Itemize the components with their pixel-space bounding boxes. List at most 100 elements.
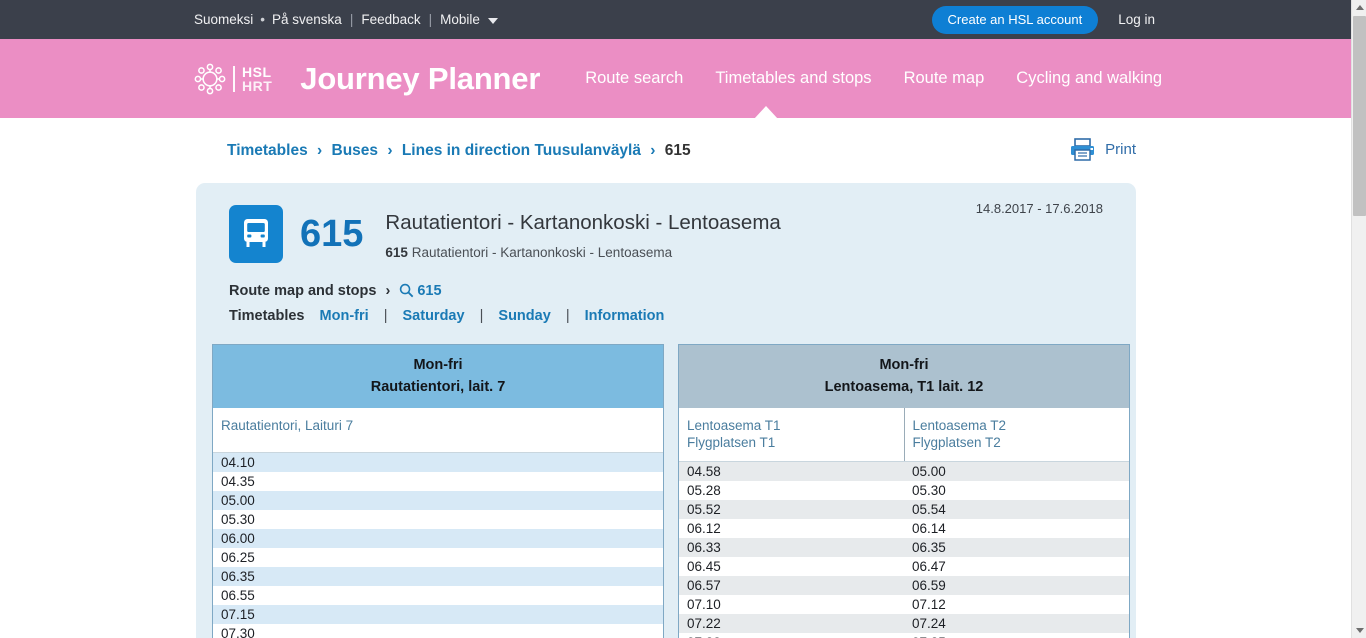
- time-cell: 05.30: [912, 483, 946, 498]
- scroll-down-button[interactable]: [1352, 623, 1366, 638]
- table-row: 06.55: [213, 586, 663, 605]
- route-subtitle: 615 Rautatientori - Kartanonkoski - Lent…: [385, 245, 780, 260]
- page-scrollbar[interactable]: [1351, 0, 1366, 638]
- time-cell: 06.55: [221, 588, 255, 603]
- nav-item-cycling-and-walking[interactable]: Cycling and walking: [1016, 69, 1162, 88]
- table-row: 07.30: [213, 624, 663, 638]
- feedback-link[interactable]: Feedback: [361, 12, 420, 27]
- validity-period: 14.8.2017 - 17.6.2018: [975, 201, 1103, 216]
- time-cell: 07.33: [679, 633, 904, 638]
- nav-item-timetables-and-stops[interactable]: Timetables and stops: [715, 69, 871, 88]
- time-cell: 05.28: [687, 483, 721, 498]
- hsl-logo[interactable]: HSL HRT: [192, 61, 272, 97]
- table-row: 05.52 05.54: [679, 500, 1129, 519]
- nav-item-route-map[interactable]: Route map: [904, 69, 985, 88]
- timetable-header-day-left: Mon-fri: [413, 357, 463, 373]
- table-row: 06.33 06.35: [679, 538, 1129, 557]
- time-cell: 06.14: [912, 521, 946, 536]
- hsl-wordmark-line1: HSL: [242, 63, 272, 80]
- timetable-link-mon-fri[interactable]: Mon-fri: [320, 308, 369, 324]
- route-subtitle-number: 615: [385, 245, 408, 260]
- stop-name-line2: Flygplatsen T1: [687, 435, 776, 450]
- timetable-body-right: Lentoasema T1 Flygplatsen T1 Lentoasema …: [679, 408, 1129, 638]
- breadcrumb-item-lines-direction[interactable]: Lines in direction Tuusulanväylä: [402, 142, 641, 159]
- search-icon: [400, 283, 414, 298]
- time-cell: 06.35: [221, 569, 255, 584]
- brand-block[interactable]: HSL HRT Journey Planner: [192, 61, 540, 97]
- print-label: Print: [1105, 141, 1136, 158]
- app-title: Journey Planner: [300, 60, 541, 96]
- route-links-block: Route map and stops › 615 Timetables Mon…: [229, 281, 1136, 326]
- route-map-label: Route map and stops: [229, 283, 377, 299]
- time-cell: 06.35: [912, 540, 946, 555]
- create-account-button[interactable]: Create an HSL account: [931, 5, 1099, 34]
- mobile-menu-link[interactable]: Mobile: [440, 12, 480, 27]
- chevron-down-icon[interactable]: [487, 17, 498, 24]
- hsl-wordmark-line2: HRT: [242, 77, 273, 94]
- utility-bar: Suomeksi • På svenska | Feedback | Mobil…: [0, 0, 1351, 39]
- breadcrumb-item-buses[interactable]: Buses: [332, 142, 379, 159]
- time-cell: 06.57: [687, 578, 721, 593]
- timetable-link-saturday[interactable]: Saturday: [403, 308, 465, 324]
- time-cell: 07.35: [904, 633, 1129, 638]
- time-cell: 07.22: [687, 616, 721, 631]
- day-pipe-3: |: [565, 308, 570, 324]
- time-cell: 07.24: [912, 616, 946, 631]
- route-number: 615: [300, 213, 364, 255]
- time-cell: 06.33: [687, 540, 721, 555]
- language-link-swedish[interactable]: På svenska: [272, 12, 342, 27]
- login-link[interactable]: Log in: [1118, 12, 1155, 27]
- timetable-body-left: Rautatientori, Laituri 7 04.10 04.35 05.…: [213, 408, 663, 638]
- time-cell: 07.30: [221, 626, 255, 638]
- stop-column-header-t1[interactable]: Lentoasema T1 Flygplatsen T1: [679, 408, 904, 461]
- utility-links: Suomeksi • På svenska | Feedback | Mobil…: [194, 12, 498, 27]
- route-title: Rautatientori - Kartanonkoski - Lentoase…: [385, 211, 781, 234]
- bullet-separator: •: [260, 12, 266, 27]
- table-row: 06.35: [213, 567, 663, 586]
- stop-name-line2: Flygplatsen T2: [912, 435, 1001, 450]
- table-row: 05.00: [213, 491, 663, 510]
- timetable-link-sunday[interactable]: Sunday: [498, 308, 550, 324]
- scroll-up-button[interactable]: [1352, 0, 1366, 15]
- stop-header-row-left: Rautatientori, Laituri 7: [213, 408, 663, 453]
- breadcrumb-separator-3: ›: [650, 141, 656, 159]
- stop-name-line1: Rautatientori, Laituri 7: [221, 418, 354, 433]
- timetable-header-stop-right: Lentoasema, T1 lait. 12: [824, 379, 984, 395]
- time-cell: 07.10: [687, 597, 721, 612]
- day-pipe-2: |: [479, 308, 484, 324]
- time-cell: 07.15: [221, 607, 255, 622]
- scrollbar-thumb[interactable]: [1353, 16, 1366, 216]
- stop-column-header-t2[interactable]: Lentoasema T2 Flygplatsen T2: [903, 408, 1130, 461]
- language-link-finnish[interactable]: Suomeksi: [194, 12, 253, 27]
- stop-column-header[interactable]: Rautatientori, Laituri 7: [213, 408, 663, 452]
- time-cell: 05.52: [687, 502, 721, 517]
- stop-name-line1: Lentoasema T2: [912, 418, 1007, 433]
- pipe-separator-2: |: [428, 12, 433, 27]
- route-map-separator: ›: [385, 283, 391, 299]
- timetable-link-information[interactable]: Information: [585, 308, 665, 324]
- timetable-departures: Mon-fri Rautatientori, lait. 7 Rautatien…: [212, 344, 664, 638]
- table-row: 07.33 07.35: [679, 633, 1129, 638]
- breadcrumb-item-current: 615: [664, 141, 691, 159]
- route-subtitle-text: Rautatientori - Kartanonkoski - Lentoase…: [411, 245, 673, 260]
- table-row: 06.00: [213, 529, 663, 548]
- printer-icon: [1071, 138, 1095, 161]
- route-header: 615 Rautatientori - Kartanonkoski - Lent…: [196, 183, 1136, 263]
- timetable-header-right: Mon-fri Lentoasema, T1 lait. 12: [679, 345, 1129, 408]
- hsl-wordmark: HSL HRT: [242, 65, 272, 93]
- time-cell: 05.30: [221, 512, 255, 527]
- time-cell: 04.35: [221, 474, 255, 489]
- route-title-block: Rautatientori - Kartanonkoski - Lentoase…: [385, 205, 780, 260]
- breadcrumb-item-timetables[interactable]: Timetables: [227, 142, 308, 159]
- route-panel: 615 Rautatientori - Kartanonkoski - Lent…: [196, 183, 1136, 638]
- table-row: 05.28 05.30: [679, 481, 1129, 500]
- route-map-link-label: 615: [417, 283, 442, 299]
- logo-divider: [233, 65, 235, 92]
- table-row: 06.12 06.14: [679, 519, 1129, 538]
- arrow-down-icon: [1355, 628, 1364, 633]
- pipe-separator-1: |: [349, 12, 354, 27]
- route-map-link[interactable]: 615: [399, 283, 442, 299]
- print-button[interactable]: Print: [1070, 138, 1136, 161]
- account-actions: Create an HSL account Log in: [931, 5, 1155, 34]
- nav-item-route-search[interactable]: Route search: [585, 69, 683, 88]
